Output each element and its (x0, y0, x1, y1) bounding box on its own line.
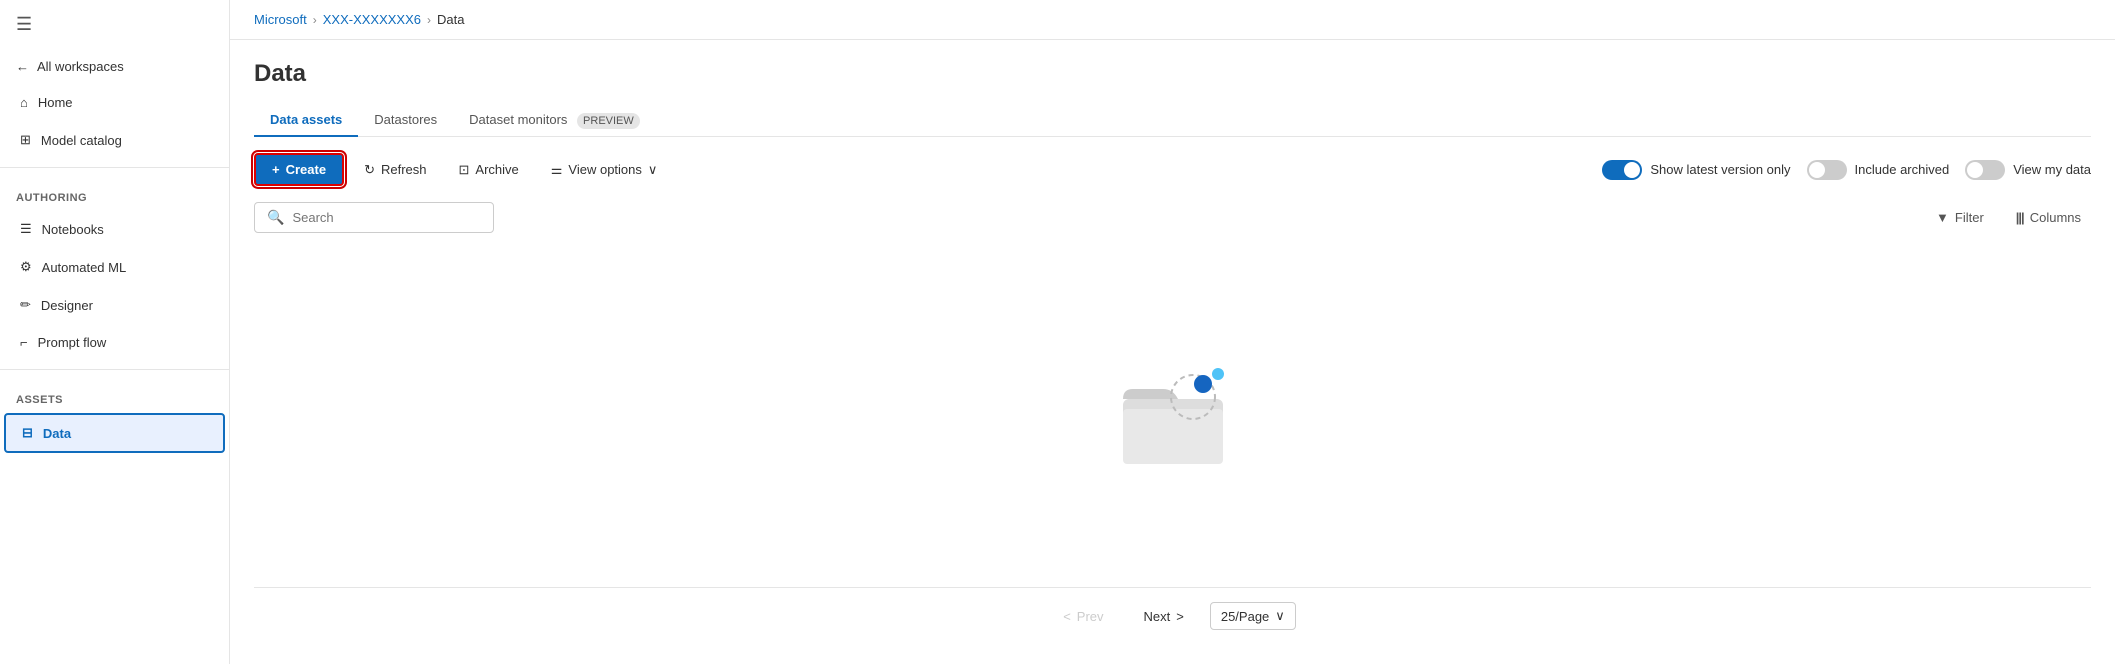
tab-dataset-monitors-label: Dataset monitors (469, 112, 567, 127)
page-size-select[interactable]: 25/Page ∨ (1210, 602, 1296, 630)
main-content: Microsoft › XXX-XXXXXXX6 › Data Data Dat… (230, 0, 2115, 664)
empty-folder-illustration (1108, 349, 1238, 479)
breadcrumb-sep-2: › (427, 13, 431, 27)
show-latest-label: Show latest version only (1650, 162, 1790, 177)
sidebar-item-label: Automated ML (42, 260, 127, 275)
toggle-thumb (1967, 162, 1983, 178)
tab-datastores-label: Datastores (374, 112, 437, 127)
columns-label: Columns (2030, 210, 2081, 225)
divider (0, 369, 229, 370)
next-button[interactable]: Next > (1130, 603, 1198, 630)
prompt-icon: ⌐ (20, 335, 28, 350)
home-icon: ⌂ (20, 95, 28, 110)
breadcrumb-current: Data (437, 12, 464, 27)
sidebar-item-label: Notebooks (42, 222, 104, 237)
designer-icon: ✏ (20, 297, 31, 313)
page-size-label: 25/Page (1221, 609, 1269, 624)
catalog-icon: ⊞ (20, 132, 31, 148)
chevron-left-icon: < (1063, 609, 1071, 624)
sidebar: ☰ ← All workspaces ⌂ Home ⊞ Model catalo… (0, 0, 230, 664)
tab-dataset-monitors-badge: PREVIEW (577, 113, 640, 129)
chevron-right-icon: > (1176, 609, 1184, 624)
sidebar-item-label: Prompt flow (38, 335, 107, 350)
view-options-button[interactable]: ⚌ View options ∨ (539, 155, 670, 185)
assets-section-label: Assets (0, 378, 229, 412)
archive-label: Archive (475, 162, 518, 177)
table-actions-right: ▼ Filter ||| Columns (1926, 204, 2091, 231)
chevron-down-icon: ∨ (648, 162, 658, 178)
columns-button[interactable]: ||| Columns (2006, 204, 2091, 231)
authoring-section-label: Authoring (0, 176, 229, 210)
sidebar-item-notebooks[interactable]: ☰ Notebooks (4, 211, 225, 247)
tabs-bar: Data assets Datastores Dataset monitors … (254, 104, 2091, 137)
back-to-workspaces[interactable]: ← All workspaces (0, 49, 229, 84)
sidebar-toggle[interactable]: ☰ (0, 0, 229, 49)
include-archived-toggle-group: Include archived (1807, 160, 1950, 180)
show-latest-toggle[interactable] (1602, 160, 1642, 180)
next-label: Next (1144, 609, 1171, 624)
back-label: All workspaces (37, 59, 124, 74)
table-header: 🔍 ▼ Filter ||| Columns (254, 202, 2091, 233)
sidebar-item-automated-ml[interactable]: ⚙ Automated ML (4, 249, 225, 285)
refresh-label: Refresh (381, 162, 427, 177)
view-options-label: View options (568, 162, 641, 177)
archive-button[interactable]: ⊡ Archive (447, 155, 531, 185)
sidebar-item-label: Designer (41, 298, 93, 313)
toggle-thumb (1624, 162, 1640, 178)
sidebar-item-label: Home (38, 95, 73, 110)
refresh-button[interactable]: ↻ Refresh (352, 155, 438, 185)
include-archived-label: Include archived (1855, 162, 1950, 177)
prev-label: Prev (1077, 609, 1104, 624)
view-my-data-toggle-group: View my data (1965, 160, 2091, 180)
sidebar-item-label: Model catalog (41, 133, 122, 148)
toggle-thumb (1809, 162, 1825, 178)
sidebar-item-designer[interactable]: ✏ Designer (4, 287, 225, 323)
tab-datastores[interactable]: Datastores (358, 104, 453, 137)
notebooks-icon: ☰ (20, 221, 32, 237)
back-icon: ← (16, 59, 29, 74)
chevron-down-icon: ∨ (1275, 608, 1285, 624)
filter-label: Filter (1955, 210, 1984, 225)
breadcrumb: Microsoft › XXX-XXXXXXX6 › Data (254, 12, 464, 27)
tab-data-assets[interactable]: Data assets (254, 104, 358, 137)
show-latest-toggle-group: Show latest version only (1602, 160, 1790, 180)
search-input[interactable] (292, 210, 481, 225)
tab-dataset-monitors[interactable]: Dataset monitors PREVIEW (453, 104, 656, 137)
archive-icon: ⊡ (459, 162, 470, 178)
refresh-icon: ↻ (364, 162, 375, 178)
sidebar-item-home[interactable]: ⌂ Home (4, 85, 225, 120)
view-my-data-label: View my data (2013, 162, 2091, 177)
data-icon: ⊟ (22, 425, 33, 441)
page-title: Data (254, 60, 2091, 88)
plus-icon: + (272, 162, 280, 177)
search-box[interactable]: 🔍 (254, 202, 494, 233)
search-icon: 🔍 (267, 209, 284, 226)
tab-data-assets-label: Data assets (270, 112, 342, 127)
create-label: Create (286, 162, 326, 177)
breadcrumb-sep-1: › (313, 13, 317, 27)
sidebar-item-label: Data (43, 426, 71, 441)
content-area: Data Data assets Datastores Dataset moni… (230, 40, 2115, 664)
topbar: Microsoft › XXX-XXXXXXX6 › Data (230, 0, 2115, 40)
create-button[interactable]: + Create (254, 153, 344, 186)
filter-icon: ▼ (1936, 210, 1949, 225)
include-archived-toggle[interactable] (1807, 160, 1847, 180)
sidebar-item-prompt-flow[interactable]: ⌐ Prompt flow (4, 325, 225, 360)
automl-icon: ⚙ (20, 259, 32, 275)
columns-icon: ||| (2016, 210, 2024, 225)
menu-icon: ☰ (16, 14, 32, 34)
sidebar-item-data[interactable]: ⊟ Data (4, 413, 225, 453)
filter-button[interactable]: ▼ Filter (1926, 204, 1994, 231)
toolbar: + Create ↻ Refresh ⊡ Archive ⚌ View opti… (254, 153, 2091, 186)
view-my-data-toggle[interactable] (1965, 160, 2005, 180)
breadcrumb-workspace[interactable]: XXX-XXXXXXX6 (323, 12, 421, 27)
pagination: < Prev Next > 25/Page ∨ (254, 587, 2091, 644)
sidebar-item-model-catalog[interactable]: ⊞ Model catalog (4, 122, 225, 158)
breadcrumb-microsoft[interactable]: Microsoft (254, 12, 307, 27)
prev-button[interactable]: < Prev (1049, 603, 1117, 630)
view-options-icon: ⚌ (551, 162, 563, 178)
divider (0, 167, 229, 168)
empty-state (254, 241, 2091, 587)
toolbar-right: Show latest version only Include archive… (1602, 160, 2091, 180)
